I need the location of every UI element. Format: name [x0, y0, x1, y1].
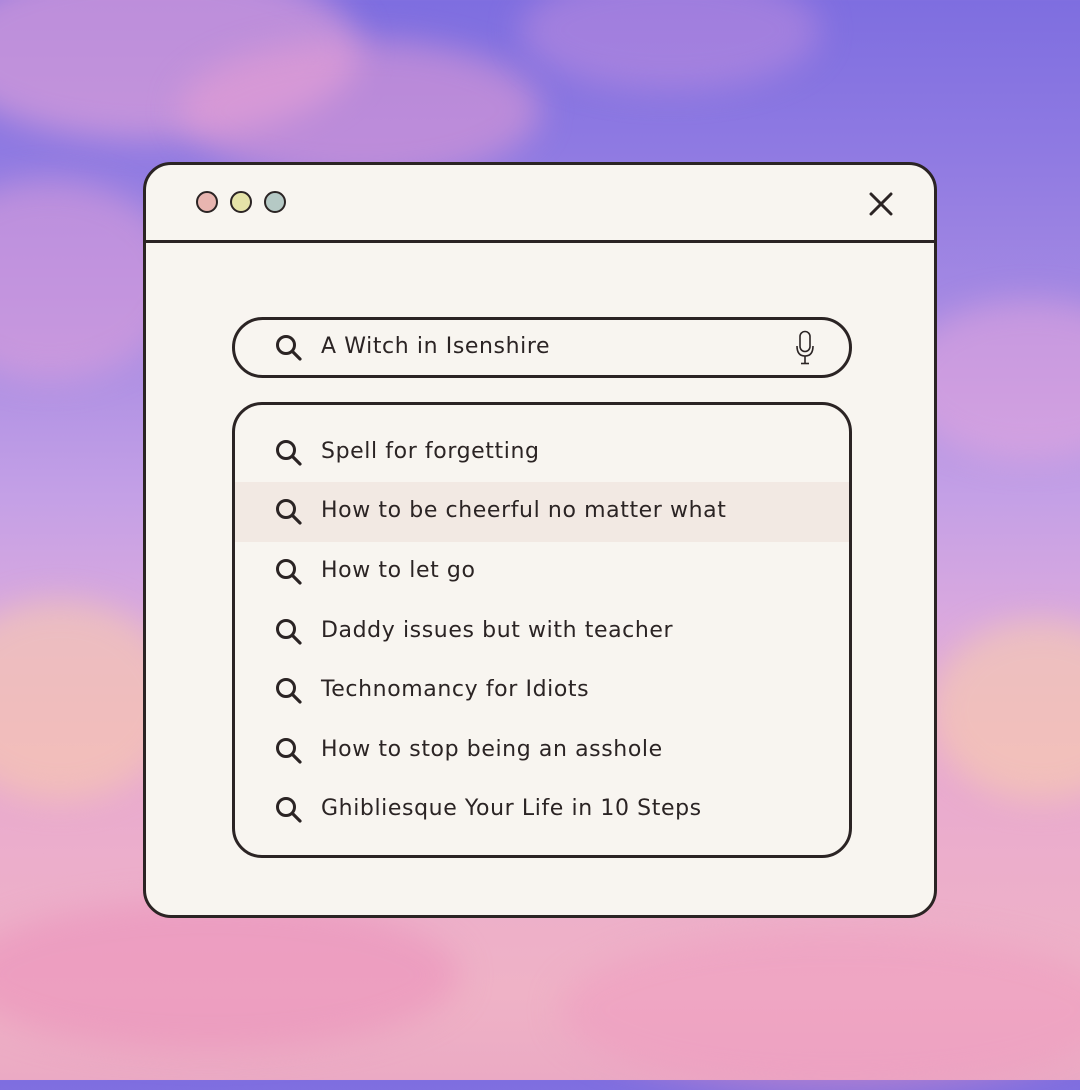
suggestion-label: Ghibliesque Your Life in 10 Steps	[321, 796, 702, 821]
title-bar	[146, 165, 934, 243]
window-control-yellow[interactable]	[230, 191, 252, 213]
suggestion-item[interactable]: Technomancy for Idiots	[235, 661, 849, 721]
suggestion-label: Daddy issues but with teacher	[321, 618, 674, 643]
suggestion-list: Spell for forgetting How to be cheerful n…	[232, 402, 852, 858]
close-button[interactable]	[865, 188, 897, 220]
search-icon	[274, 438, 304, 468]
search-icon	[274, 497, 304, 527]
browser-window: A Witch in Isenshire Spell for forgettin…	[143, 162, 937, 918]
suggestion-label: How to let go	[321, 558, 476, 583]
close-icon	[869, 192, 893, 216]
window-control-red[interactable]	[196, 191, 218, 213]
suggestion-item[interactable]: Ghibliesque Your Life in 10 Steps	[235, 780, 849, 840]
suggestion-item[interactable]: Daddy issues but with teacher	[235, 602, 849, 662]
suggestion-item[interactable]: How to stop being an asshole	[235, 721, 849, 781]
microphone-icon[interactable]	[794, 330, 816, 366]
suggestion-item[interactable]: How to let go	[235, 542, 849, 602]
suggestion-label: Technomancy for Idiots	[321, 677, 590, 702]
search-icon	[274, 617, 304, 647]
suggestion-item[interactable]: How to be cheerful no matter what	[235, 482, 849, 542]
suggestion-item[interactable]: Spell for forgetting	[235, 423, 849, 483]
search-icon	[274, 676, 304, 706]
search-icon	[274, 557, 304, 587]
window-control-green[interactable]	[264, 191, 286, 213]
search-bar[interactable]: A Witch in Isenshire	[232, 317, 852, 378]
search-input[interactable]: A Witch in Isenshire	[321, 334, 550, 359]
suggestion-label: Spell for forgetting	[321, 439, 540, 464]
suggestion-label: How to be cheerful no matter what	[321, 498, 727, 523]
search-icon	[274, 736, 304, 766]
suggestion-label: How to stop being an asshole	[321, 737, 663, 762]
search-icon	[274, 333, 304, 363]
search-icon	[274, 795, 304, 825]
